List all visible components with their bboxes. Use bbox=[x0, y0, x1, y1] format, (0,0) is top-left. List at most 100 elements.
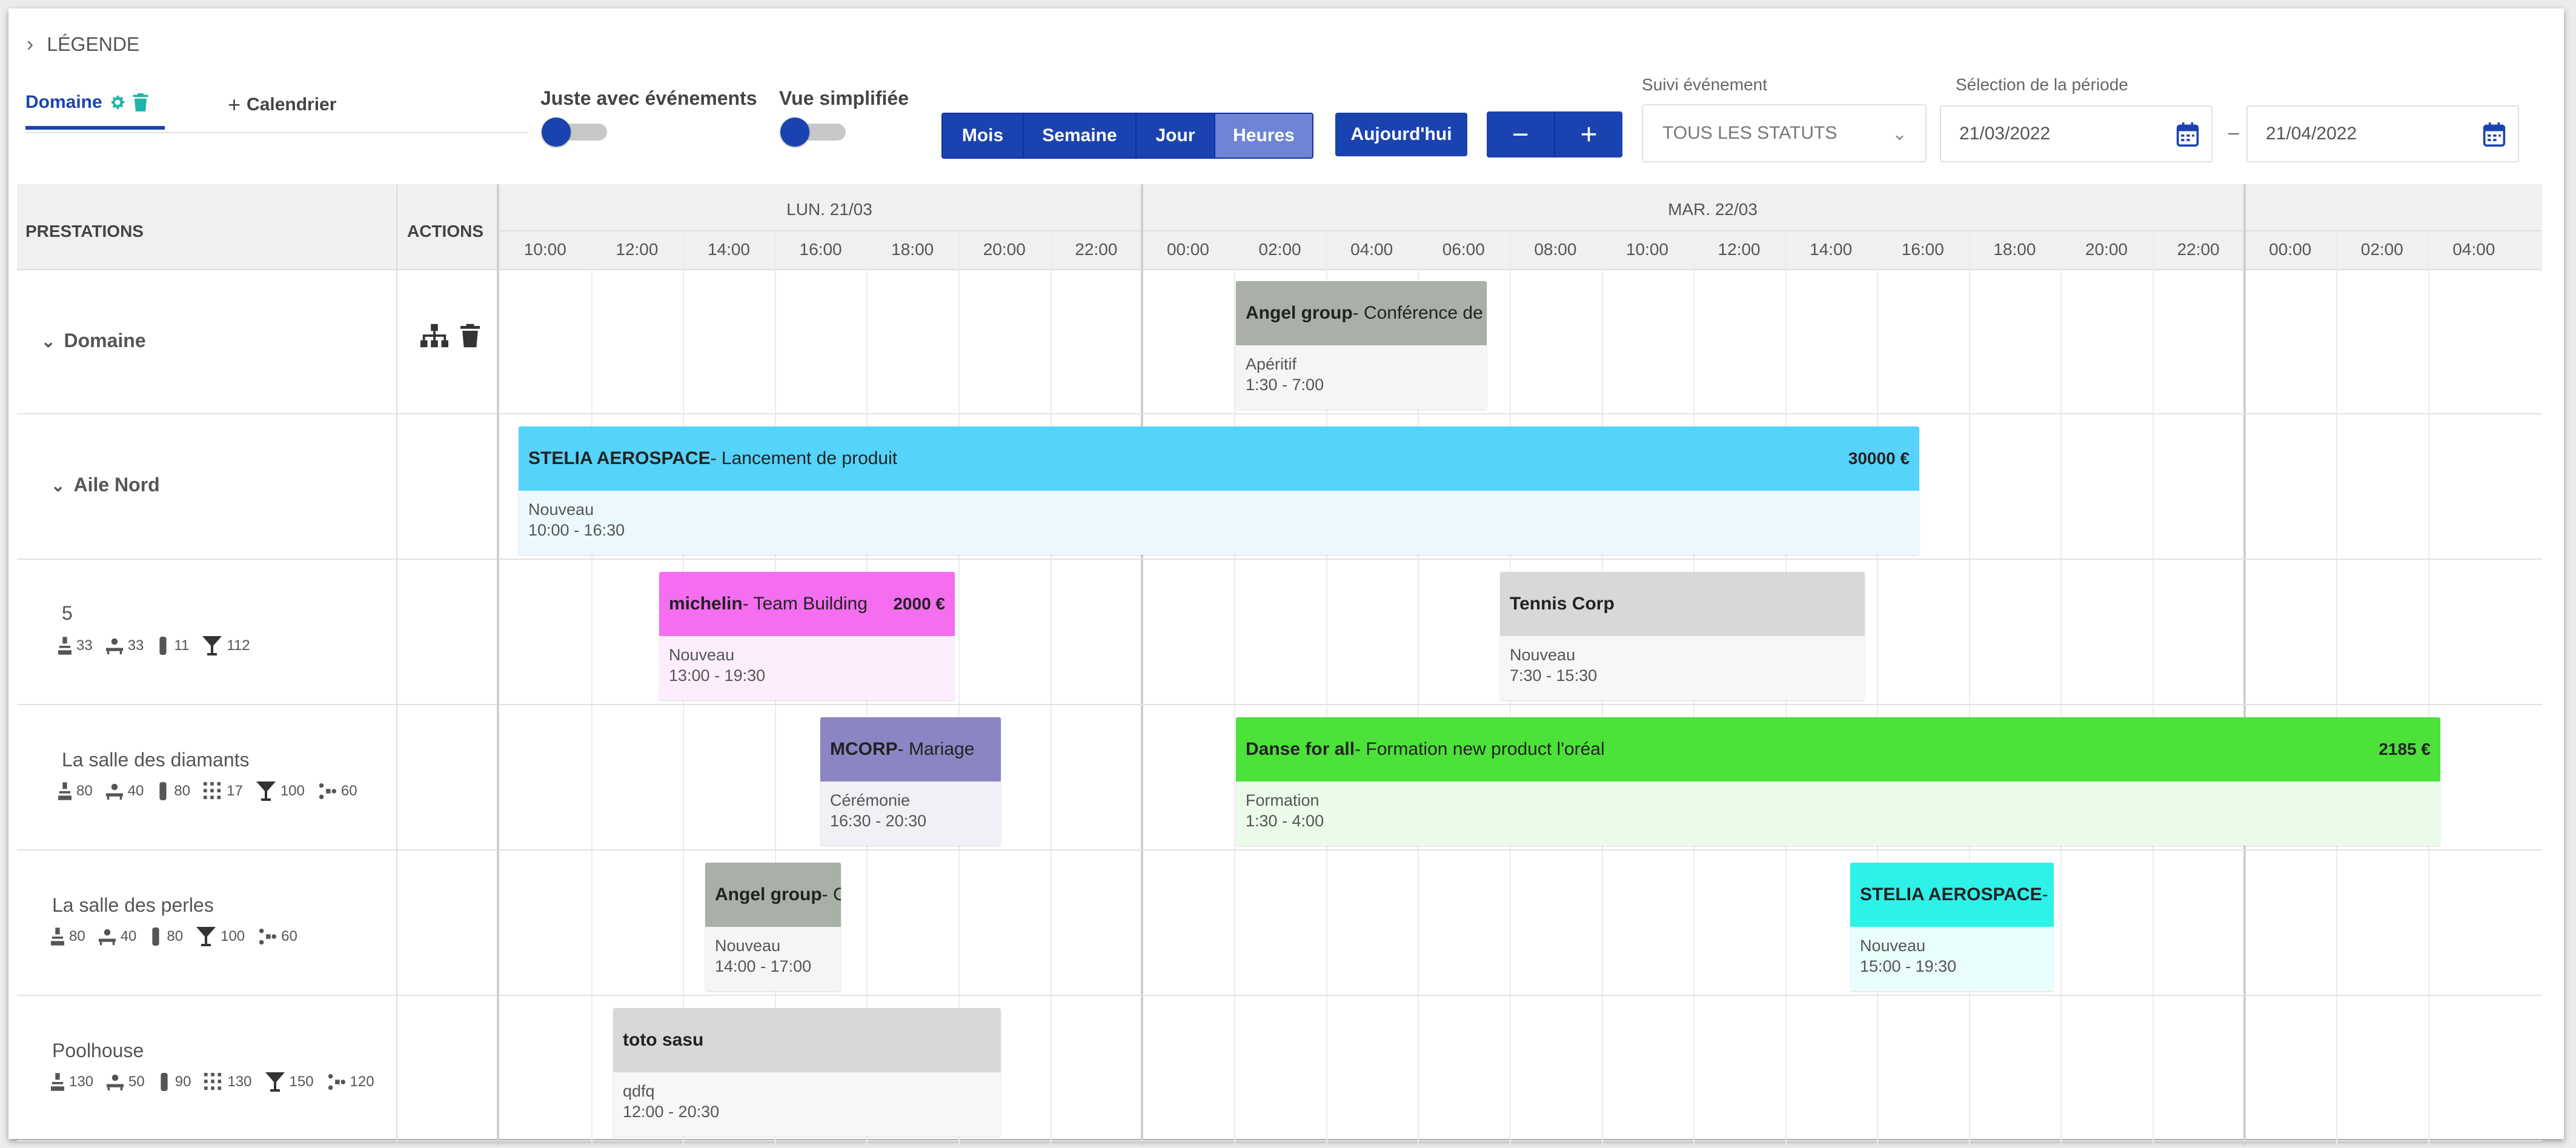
meeting-table-icon bbox=[159, 637, 167, 655]
periode-label: Sélection de la période bbox=[1956, 75, 2128, 94]
zoom-out-button[interactable]: − bbox=[1487, 111, 1555, 158]
date-to-value: 21/04/2022 bbox=[2266, 124, 2357, 144]
date-range-dash: – bbox=[2228, 121, 2239, 143]
event-time: 13:00 - 19:30 bbox=[669, 666, 766, 685]
view-heures-button[interactable]: Heures bbox=[1215, 114, 1312, 158]
zoom-in-button[interactable]: + bbox=[1555, 111, 1622, 158]
event-time: 7:30 - 15:30 bbox=[1510, 666, 1598, 685]
date-from-field[interactable]: 21/03/2022 bbox=[1940, 105, 2213, 162]
event-header: Angel group - Conférence de bbox=[1236, 281, 1487, 345]
view-semaine-button[interactable]: Semaine bbox=[1024, 114, 1137, 158]
tab-calendrier-label: Calendrier bbox=[247, 95, 337, 114]
date-from-value: 21/03/2022 bbox=[1959, 124, 2051, 144]
trash-icon[interactable] bbox=[460, 323, 480, 348]
hour-label: 14:00 bbox=[707, 240, 751, 259]
row-title[interactable]: La salle des diamants bbox=[62, 749, 250, 771]
event-card[interactable]: toto sasu qdfq 12:00 - 20:30 bbox=[613, 1008, 1001, 1136]
event-card[interactable]: MCORP - Mariage Cérémonie 16:30 - 20:30 bbox=[820, 717, 1001, 846]
event-price: 30000 € bbox=[1848, 449, 1910, 468]
event-client: Angel group bbox=[1246, 303, 1353, 323]
tab-domaine[interactable]: Domaine bbox=[25, 92, 148, 113]
row-title[interactable]: 5 bbox=[62, 602, 73, 625]
hierarchy-icon[interactable] bbox=[420, 323, 448, 348]
event-status: Cérémonie bbox=[830, 791, 911, 809]
zoom-controls: − + bbox=[1487, 111, 1622, 158]
cocktail-icon bbox=[202, 636, 222, 655]
legend-toggle[interactable]: › LÉGENDE bbox=[27, 33, 139, 56]
toggle-vue-simplifiee[interactable] bbox=[780, 118, 848, 147]
hour-label: 00:00 bbox=[2269, 240, 2312, 259]
event-client: toto sasu bbox=[623, 1030, 704, 1050]
row-title[interactable]: La salle des perles bbox=[52, 894, 214, 917]
chevron-down-icon[interactable]: ⌄ bbox=[51, 476, 65, 495]
hour-label: 20:00 bbox=[983, 240, 1026, 259]
tab-calendrier[interactable]: + Calendrier bbox=[228, 92, 336, 118]
legend-label: LÉGENDE bbox=[47, 33, 140, 55]
event-title: - Mariage bbox=[897, 739, 975, 759]
row-title[interactable]: Poolhouse bbox=[52, 1040, 144, 1062]
event-header: STELIA AEROSPACE - Lancement de produit 3… bbox=[519, 426, 1919, 491]
event-status: qdfq bbox=[623, 1082, 655, 1100]
banquet-icon bbox=[204, 1073, 222, 1090]
event-client: michelin bbox=[669, 594, 743, 614]
event-card[interactable]: STELIA AEROSPACE - C Nouveau 15:00 - 19:3… bbox=[1850, 863, 2054, 991]
planning-grid: PRESTATIONS ACTIONS LUN. 21/03 MAR. 22/0… bbox=[17, 184, 2542, 1145]
meeting-table-icon bbox=[159, 782, 167, 800]
event-card[interactable]: Tennis Corp Nouveau 7:30 - 15:30 bbox=[1500, 572, 1865, 700]
hour-label: 14:00 bbox=[1810, 240, 1853, 259]
toggle-juste-evenements[interactable] bbox=[542, 118, 609, 147]
event-status: Nouveau bbox=[1510, 646, 1576, 664]
event-price: 2000 € bbox=[893, 594, 945, 613]
date-to-field[interactable]: 21/04/2022 bbox=[2246, 105, 2519, 162]
classroom-icon bbox=[98, 929, 116, 945]
event-header: Angel group - C bbox=[705, 863, 841, 927]
event-status: Apéritif bbox=[1246, 355, 1297, 373]
event-status: Nouveau bbox=[715, 937, 781, 955]
today-button[interactable]: Aujourd'hui bbox=[1335, 113, 1467, 156]
view-jour-button[interactable]: Jour bbox=[1137, 114, 1215, 158]
event-client: Angel group bbox=[715, 884, 822, 904]
theater-seating-icon bbox=[58, 782, 71, 800]
event-client: Tennis Corp bbox=[1510, 594, 1615, 614]
row-title[interactable]: ⌄ Domaine bbox=[41, 330, 146, 352]
hour-label: 18:00 bbox=[1993, 240, 2036, 259]
capacity-list: 33 33 11 112 bbox=[58, 636, 259, 655]
event-card[interactable]: STELIA AEROSPACE - Lancement de produit 3… bbox=[519, 426, 1919, 555]
trash-icon[interactable] bbox=[133, 93, 148, 111]
event-title: - Lancement de produit bbox=[710, 448, 898, 468]
chevron-down-icon[interactable]: ⌄ bbox=[41, 332, 55, 351]
hour-label: 06:00 bbox=[1442, 240, 1485, 259]
capacity-list: 130 50 90 130 150 120 bbox=[51, 1072, 383, 1092]
event-status: Nouveau bbox=[669, 646, 735, 664]
calendar-icon[interactable] bbox=[2176, 122, 2199, 147]
row-title[interactable]: ⌄ Aile Nord bbox=[51, 474, 160, 496]
hour-label: 04:00 bbox=[1350, 240, 1393, 259]
event-time: 10:00 - 16:30 bbox=[528, 521, 625, 539]
cocktail-icon bbox=[196, 927, 216, 946]
event-body: Nouveau 14:00 - 17:00 bbox=[705, 927, 841, 991]
col-prestations: PRESTATIONS bbox=[25, 222, 144, 241]
event-card[interactable]: Angel group - Conférence de Apéritif 1:30… bbox=[1236, 281, 1487, 410]
active-tab-indicator bbox=[25, 126, 165, 130]
theater-seating-icon bbox=[58, 637, 71, 655]
event-header: MCORP - Mariage bbox=[820, 717, 1001, 781]
hour-label: 22:00 bbox=[1075, 240, 1118, 259]
timeline-separator bbox=[497, 184, 499, 1145]
event-body: Formation 1:30 - 4:00 bbox=[1236, 781, 2440, 846]
event-card[interactable]: michelin - Team Building 2000 € Nouveau 13… bbox=[659, 572, 955, 700]
event-time: 15:00 - 19:30 bbox=[1860, 957, 1957, 975]
event-header: toto sasu bbox=[613, 1008, 1001, 1072]
view-mois-button[interactable]: Mois bbox=[943, 114, 1024, 158]
classroom-icon bbox=[105, 638, 123, 654]
gear-icon[interactable] bbox=[108, 93, 127, 111]
status-select-value: TOUS LES STATUTS bbox=[1662, 123, 1837, 143]
actions-separator bbox=[396, 184, 397, 1145]
event-card[interactable]: Angel group - C Nouveau 14:00 - 17:00 bbox=[705, 863, 841, 991]
event-body: Nouveau 13:00 - 19:30 bbox=[659, 636, 955, 700]
calendar-icon[interactable] bbox=[2483, 122, 2506, 147]
event-status: Nouveau bbox=[1860, 937, 1926, 955]
status-select[interactable]: TOUS LES STATUTS ⌄ bbox=[1642, 104, 1927, 162]
hours-row: 10:00 12:00 14:00 16:00 18:00 20:00 22:0… bbox=[499, 230, 2542, 269]
event-card[interactable]: Danse for all - Formation new product l'… bbox=[1236, 717, 2440, 846]
event-body: qdfq 12:00 - 20:30 bbox=[613, 1072, 1001, 1136]
